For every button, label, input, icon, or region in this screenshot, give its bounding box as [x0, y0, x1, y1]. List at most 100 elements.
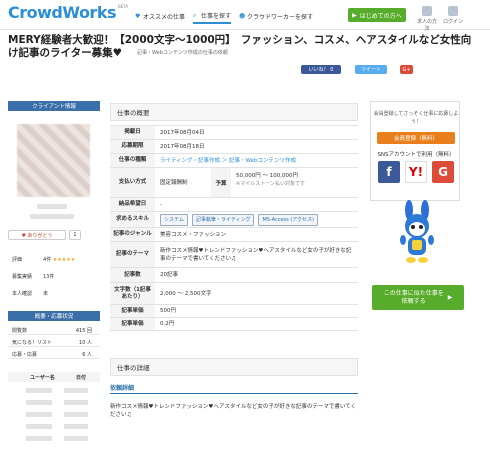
header-login[interactable]: ログイン [442, 6, 464, 25]
overview-table: 掲載日 2017年08月04日 応募期限 2017年08月18日 仕事の種類 ラ… [110, 125, 358, 331]
nav-find-jobs[interactable]: ⌕ 仕事を探す [193, 11, 232, 24]
stats-row: 応募・応募 6 人 [8, 349, 100, 359]
google-login-icon[interactable]: G [432, 161, 454, 183]
applicant-name-blurred[interactable] [26, 436, 52, 441]
arrow-icon: ▶ [352, 11, 357, 19]
client-avatar[interactable] [17, 124, 90, 197]
client-info-header: クライアント情報 [8, 101, 100, 111]
row-value: 固定報酬制 [160, 179, 188, 186]
detail-subheading: 依頼詳細 [110, 385, 135, 392]
yahoo-login-icon[interactable]: Y! [405, 161, 427, 183]
overview-row-char-price: 記事単価 0.2円 [110, 318, 358, 331]
mascot-eye [419, 225, 423, 229]
thanks-count: 1 [69, 230, 81, 240]
site-header: CrowdWorks BETA ♥ オススメの仕事 ⌕ 仕事を探す ☻ クラウド… [0, 0, 490, 32]
row-label: 記事数 [110, 268, 155, 282]
row-value: 20記事 [160, 272, 178, 278]
facebook-login-icon[interactable]: f [378, 161, 400, 183]
gplus-button[interactable]: G+ [400, 65, 413, 74]
applicant-name-blurred[interactable] [26, 424, 52, 429]
applicant-name-blurred[interactable] [26, 412, 52, 417]
skill-tag[interactable]: MS-Access (アクセス) [258, 213, 319, 226]
row-label: 支払い方式 [110, 168, 155, 197]
overview-panel-title: 仕事の概要 [110, 103, 358, 121]
mascot-foot [418, 257, 428, 263]
breadcrumb[interactable]: 記事・Webコンテンツ作成の仕事の依頼 [137, 49, 228, 56]
row-label: 記事のジャンル [110, 228, 155, 241]
header-post-job[interactable]: 求人の方法 [416, 6, 438, 32]
mascot-arm [428, 235, 434, 245]
row-value: 美容コスメ・ファッション [160, 231, 227, 238]
mascot-arm [400, 235, 406, 245]
skills-value: システム 記事執筆・ライティング MS-Access (アクセス) [160, 212, 354, 227]
main-nav: ♥ オススメの仕事 ⌕ 仕事を探す ☻ クラウドワーカーを探す [135, 11, 313, 24]
milestone-note: ※マイルストーン払い対象です [236, 181, 305, 187]
tweet-button[interactable]: ツイート [355, 65, 387, 74]
rating-label: 評価 [12, 257, 23, 263]
overview-row-category: 仕事の種類 ライティング・記事作成 ＞ 記事・Webコンテンツ作成 [110, 154, 358, 168]
stats-row-value: 415 回 [75, 328, 92, 334]
login-icon [448, 6, 458, 16]
post-similar-job-label: この仕事に似た仕事を依頼する [383, 289, 444, 305]
crowdworks-logo[interactable]: CrowdWorks [8, 3, 116, 22]
overview-row-count: 記事数 20記事 [110, 268, 358, 283]
mascot-badge [412, 240, 422, 250]
mascot-foot [406, 257, 416, 263]
date-col-header: 日付 [76, 375, 87, 381]
detail-divider [110, 393, 358, 394]
nav-recommended-label: オススメの仕事 [143, 14, 186, 21]
facebook-like-button[interactable]: いいね！ 0 [301, 65, 341, 74]
row-label: 文字数（1記事あたり） [110, 283, 155, 304]
overview-row-delivery: 納品希望日 - [110, 198, 358, 212]
register-button[interactable]: 会員登録（無料） [377, 132, 455, 144]
contracts-label: 募集実績 [12, 274, 33, 280]
people-icon: ☻ [239, 12, 246, 20]
rating-value: 4件 ★★★★★ [43, 256, 75, 263]
rating-count[interactable]: 4件 [43, 257, 51, 263]
mascot-eye [411, 225, 415, 229]
thanks-button[interactable]: ♥ ありがとう [8, 230, 66, 240]
applicant-name-blurred[interactable] [26, 388, 52, 393]
category-link[interactable]: ライティング・記事作成 ＞ 記事・Webコンテンツ作成 [160, 154, 354, 167]
row-value: 500円 [160, 308, 176, 314]
applicant-date-blurred [64, 412, 88, 417]
post-similar-job-button[interactable]: この仕事に似た仕事を依頼する ▶ [372, 285, 464, 310]
mascot-illustration [400, 200, 434, 263]
applicant-name-blurred[interactable] [26, 400, 52, 405]
row-label: 納品希望日 [110, 198, 155, 211]
row-label: 求めるスキル [110, 212, 155, 227]
username-col-header: ユーザー名 [30, 375, 55, 381]
row-label: 記事単価 [110, 305, 155, 317]
client-name-blurred[interactable] [37, 204, 67, 209]
detail-body: 新作コスメ情報♥トレンドファッション♥ヘアスタイルなど女の子が好きな記事のテーマ… [110, 404, 357, 418]
stats-row-value: 6 人 [82, 352, 92, 358]
row-label: 掲載日 [110, 126, 155, 139]
nav-find-workers[interactable]: ☻ クラウドワーカーを探す [239, 11, 313, 24]
row-label: 仕事の種類 [110, 154, 155, 167]
star-rating-icon: ★★★★★ [52, 257, 76, 263]
client-subtitle-blurred [30, 214, 74, 219]
search-icon: ⌕ [193, 11, 197, 19]
first-time-button[interactable]: ▶ はじめての方へ [348, 8, 406, 22]
overview-row-unit-price: 記事単価 500円 [110, 305, 358, 318]
overview-row-chars: 文字数（1記事あたり） 2,000 〜 2,500文字 [110, 283, 358, 305]
header-login-label: ログイン [442, 19, 463, 25]
contracts-value: 13件 [43, 274, 55, 280]
nav-recommended[interactable]: ♥ オススメの仕事 [135, 11, 185, 24]
overview-row-deadline: 応募期限 2017年08月18日 [110, 140, 358, 154]
applicant-date-blurred [64, 436, 88, 441]
first-time-label: はじめての方へ [359, 12, 402, 20]
applicant-table-header: ユーザー名 日付 [8, 372, 100, 382]
budget-value: 50,000円 〜 100,000円 [236, 173, 298, 179]
mascot-face [409, 222, 425, 236]
stats-row: 気になる！リスト 10 人 [8, 337, 100, 347]
verify-label: 本人確認 [12, 291, 33, 297]
skill-tag[interactable]: システム [160, 213, 188, 226]
overview-row-skills: 求めるスキル システム 記事執筆・ライティング MS-Access (アクセス) [110, 212, 358, 228]
skill-tag[interactable]: 記事執筆・ライティング [191, 213, 255, 226]
row-label: 記事のテーマ [110, 242, 155, 267]
row-value: 0.2円 [160, 321, 175, 327]
overview-row-payment: 支払い方式 固定報酬制 予算 50,000円 〜 100,000円 ※マイルスト… [110, 168, 358, 198]
row-label: 応募期限 [110, 140, 155, 153]
row-value: 2017年08月04日 [160, 129, 205, 136]
